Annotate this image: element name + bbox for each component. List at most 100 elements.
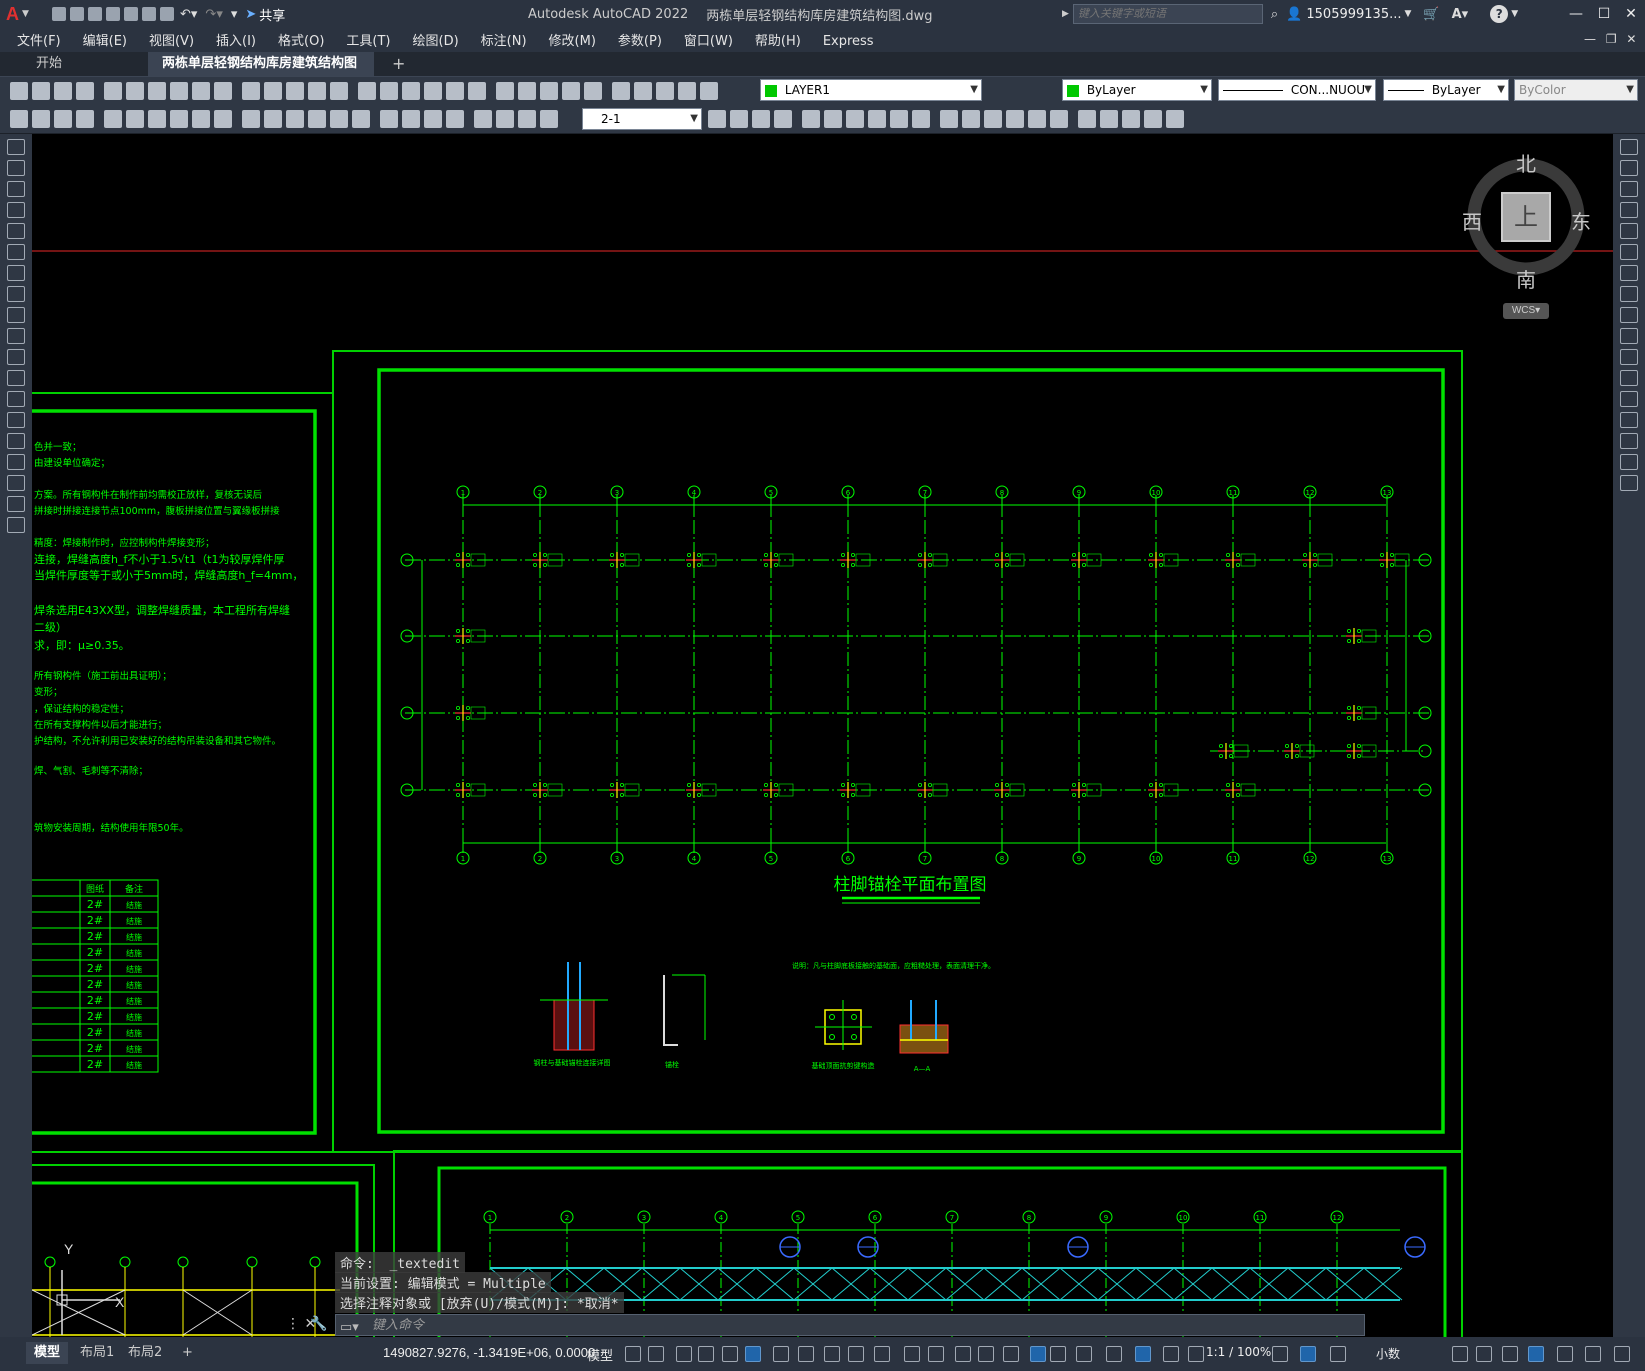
status-toggle-14-icon[interactable]	[978, 1346, 994, 1362]
modify-tool-9-icon[interactable]	[912, 110, 930, 128]
standard-tool-8-icon[interactable]	[192, 82, 210, 100]
standard-tool-30-icon[interactable]	[700, 82, 718, 100]
compass-north[interactable]: 北	[1516, 148, 1536, 177]
dimstyle-dropdown[interactable]: 2-1 ▼	[582, 108, 702, 130]
dimension-tool-12-icon[interactable]	[286, 110, 304, 128]
plot-icon[interactable]	[160, 7, 174, 21]
cad-drawing[interactable]: 1122334455667788991010111112121313柱脚锚栓平面…	[32, 134, 1613, 1337]
status-toggle-16-icon[interactable]	[1030, 1346, 1046, 1362]
modify-tool-19-icon[interactable]	[1144, 110, 1162, 128]
status-toggle-26-icon[interactable]	[1452, 1346, 1468, 1362]
dimension-tool-13-icon[interactable]	[308, 110, 326, 128]
color-dropdown[interactable]: ByLayer ▼	[1062, 79, 1212, 101]
dimension-tool-8-icon[interactable]	[192, 110, 210, 128]
leftpal-tool-1-icon[interactable]	[7, 160, 25, 176]
compass-south[interactable]: 南	[1516, 264, 1536, 293]
redo-icon[interactable]: ↷▾	[205, 7, 222, 22]
modify-tool-4-icon[interactable]	[802, 110, 820, 128]
status-toggle-15-icon[interactable]	[1003, 1346, 1019, 1362]
new-icon[interactable]	[52, 7, 66, 21]
command-customize-icon[interactable]: 🔧	[310, 1316, 327, 1332]
standard-tool-7-icon[interactable]	[170, 82, 188, 100]
status-toggle-21-icon[interactable]	[1163, 1346, 1179, 1362]
layer-dropdown[interactable]: LAYER1 ▼	[760, 79, 982, 101]
leftpal-tool-17-icon[interactable]	[7, 496, 25, 512]
cart-icon[interactable]: 🛒	[1423, 7, 1439, 22]
chevron-down-icon[interactable]: ▼	[1511, 9, 1518, 19]
status-toggle-31-icon[interactable]	[1585, 1346, 1601, 1362]
drawing-canvas[interactable]: 1 1 2 2 3 3 4 4 5 5 6 6 7 7 8 8 9 9 10 10 11 11 12 12 13 13 柱脚锚栓平面…	[32, 134, 1613, 1337]
status-toggle-29-icon[interactable]	[1528, 1346, 1544, 1362]
leftpal-tool-4-icon[interactable]	[7, 223, 25, 239]
customize-qat-icon[interactable]: ▾	[231, 7, 238, 22]
modify-tool-17-icon[interactable]	[1100, 110, 1118, 128]
undo-icon[interactable]: ↶▾	[180, 7, 197, 22]
leftpal-tool-5-icon[interactable]	[7, 244, 25, 260]
rightpal-tool-14-icon[interactable]	[1620, 433, 1638, 449]
save-web-icon[interactable]	[142, 7, 156, 21]
leftpal-tool-15-icon[interactable]	[7, 454, 25, 470]
model-space-button[interactable]: 模型	[587, 1345, 613, 1364]
compass-east[interactable]: 东	[1571, 206, 1591, 235]
leftpal-tool-13-icon[interactable]	[7, 412, 25, 428]
leftpal-tool-12-icon[interactable]	[7, 391, 25, 407]
status-toggle-8-icon[interactable]	[824, 1346, 840, 1362]
maximize-button[interactable]: ☐	[1590, 0, 1618, 28]
modify-tool-11-icon[interactable]	[962, 110, 980, 128]
standard-tool-4-icon[interactable]	[104, 82, 122, 100]
annotation-scale[interactable]: 1:1 / 100%	[1206, 1345, 1271, 1359]
save-as-icon[interactable]	[106, 7, 120, 21]
autodesk-a360-icon[interactable]: A▾	[1452, 7, 1469, 22]
dimension-tool-20-icon[interactable]	[474, 110, 492, 128]
standard-tool-2-icon[interactable]	[54, 82, 72, 100]
modify-tool-8-icon[interactable]	[890, 110, 908, 128]
rightpal-tool-6-icon[interactable]	[1620, 265, 1638, 281]
standard-tool-25-icon[interactable]	[584, 82, 602, 100]
standard-tool-21-icon[interactable]	[496, 82, 514, 100]
standard-tool-27-icon[interactable]	[634, 82, 652, 100]
status-toggle-17-icon[interactable]	[1050, 1346, 1066, 1362]
user-name[interactable]: 1505999135...	[1306, 7, 1401, 22]
layout-tab-1[interactable]: 布局1	[72, 1342, 122, 1364]
standard-tool-20-icon[interactable]	[468, 82, 486, 100]
command-prompt-icon[interactable]: ▭▾	[340, 1317, 359, 1337]
modify-tool-2-icon[interactable]	[752, 110, 770, 128]
dimension-tool-1-icon[interactable]	[32, 110, 50, 128]
standard-tool-24-icon[interactable]	[562, 82, 580, 100]
status-toggle-32-icon[interactable]	[1614, 1346, 1630, 1362]
tab-start[interactable]: 开始	[22, 52, 76, 76]
doc-close-button[interactable]: ✕	[1626, 32, 1636, 46]
status-toggle-20-icon[interactable]	[1135, 1346, 1151, 1362]
standard-tool-0-icon[interactable]	[10, 82, 28, 100]
modify-tool-15-icon[interactable]	[1050, 110, 1068, 128]
standard-tool-10-icon[interactable]	[242, 82, 260, 100]
dimension-tool-4-icon[interactable]	[104, 110, 122, 128]
modify-tool-10-icon[interactable]	[940, 110, 958, 128]
rightpal-tool-9-icon[interactable]	[1620, 328, 1638, 344]
search-input[interactable]	[1072, 4, 1263, 24]
leftpal-tool-16-icon[interactable]	[7, 475, 25, 491]
modify-tool-5-icon[interactable]	[824, 110, 842, 128]
rightpal-tool-10-icon[interactable]	[1620, 349, 1638, 365]
status-toggle-27-icon[interactable]	[1476, 1346, 1492, 1362]
standard-tool-14-icon[interactable]	[330, 82, 348, 100]
standard-tool-6-icon[interactable]	[148, 82, 166, 100]
standard-tool-11-icon[interactable]	[264, 82, 282, 100]
modify-tool-20-icon[interactable]	[1166, 110, 1184, 128]
leftpal-tool-3-icon[interactable]	[7, 202, 25, 218]
app-menu-button[interactable]: A ▼	[6, 0, 29, 28]
modify-tool-18-icon[interactable]	[1122, 110, 1140, 128]
compass-west[interactable]: 西	[1462, 206, 1482, 235]
modify-tool-3-icon[interactable]	[774, 110, 792, 128]
open-icon[interactable]	[70, 7, 84, 21]
search-icon[interactable]: ⌕	[1271, 7, 1278, 22]
leftpal-tool-2-icon[interactable]	[7, 181, 25, 197]
status-toggle-0-icon[interactable]	[625, 1346, 641, 1362]
standard-tool-19-icon[interactable]	[446, 82, 464, 100]
status-toggle-11-icon[interactable]	[904, 1346, 920, 1362]
modify-tool-16-icon[interactable]	[1078, 110, 1096, 128]
status-toggle-5-icon[interactable]	[745, 1346, 761, 1362]
viewcube[interactable]: 上 北 南 西 东 WCS▾	[1420, 148, 1600, 319]
help-icon[interactable]: ?	[1490, 5, 1509, 23]
plotstyle-dropdown[interactable]: ByColor ▼	[1514, 79, 1638, 101]
